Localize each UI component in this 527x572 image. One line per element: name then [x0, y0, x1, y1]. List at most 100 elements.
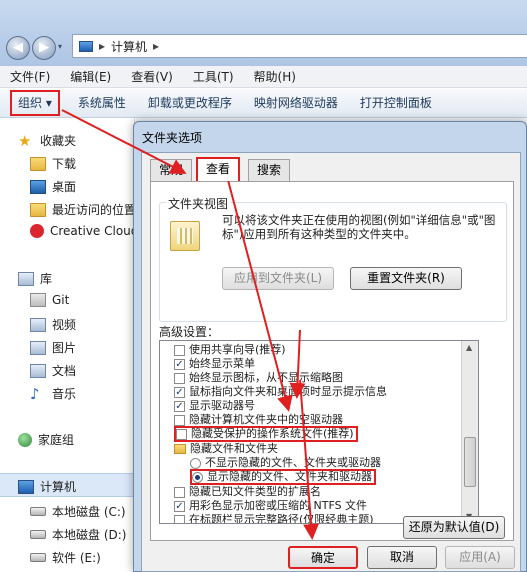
setting-hide-extensions[interactable]: 隐藏已知文件类型的扩展名 [174, 485, 321, 499]
tab-general[interactable]: 常规 [150, 159, 193, 181]
system-properties-button[interactable]: 系统属性 [70, 92, 134, 114]
checkbox[interactable] [174, 414, 185, 426]
address-text[interactable]: 计算机 [111, 38, 147, 55]
video-library-icon [30, 317, 46, 332]
sidebar-item-music[interactable]: ♪ 音乐 [30, 385, 76, 402]
tab-search[interactable]: 搜索 [248, 159, 291, 181]
sidebar-item-drive-d[interactable]: 本地磁盘 (D:) [30, 526, 126, 543]
settings-scrollbar[interactable]: ▲ ▼ [461, 341, 478, 523]
reset-folders-button[interactable]: 重置文件夹(R) [350, 267, 462, 290]
sidebar-item-label: 音乐 [52, 387, 77, 401]
setting-dont-show-hidden[interactable]: 不显示隐藏的文件、文件夹或驱动器 [190, 456, 381, 470]
address-bar[interactable]: ▸ 计算机 ▸ [72, 34, 527, 58]
view-tab-panel: 文件夹视图 可以将该文件夹正在使用的视图(例如"详细信息"或"图标")应用到所有… [150, 181, 514, 541]
sidebar-item-creative-cloud[interactable]: Creative Cloud [30, 224, 138, 238]
menu-edit[interactable]: 编辑(E) [70, 68, 111, 85]
cancel-button[interactable]: 取消 [367, 546, 437, 569]
forward-button[interactable]: ▶ [32, 36, 56, 60]
sidebar-item-label: 本地磁盘 (D:) [52, 528, 127, 542]
tab-view[interactable]: 查看 [196, 157, 241, 181]
sidebar-item-desktop[interactable]: 桌面 [30, 178, 76, 195]
apply-to-folders-button[interactable]: 应用到文件夹(L) [222, 267, 334, 290]
sidebar-item-git[interactable]: Git [30, 293, 69, 307]
folder-options-dialog: 文件夹选项 常规 查看 搜索 文件夹视图 可以将该文件夹正在使用的视图(例如"详… [133, 121, 527, 572]
creative-cloud-icon [30, 224, 44, 238]
setting-label: 始终显示图标，从不显示缩略图 [189, 371, 343, 384]
ok-button[interactable]: 确定 [288, 546, 358, 569]
sidebar-homegroup[interactable]: 家庭组 [18, 431, 74, 448]
setting-full-path-title[interactable]: 在标题栏显示完整路径(仅限经典主题) [174, 513, 374, 524]
setting-hidden-files-group: 隐藏文件和文件夹 [174, 442, 278, 456]
setting-show-drive-letters[interactable]: ✓ 显示驱动器号 [174, 399, 255, 413]
sidebar-item-recent-places[interactable]: 最近访问的位置 [30, 201, 136, 218]
map-network-drive-button[interactable]: 映射网络驱动器 [246, 92, 346, 114]
sidebar-item-downloads[interactable]: 下载 [30, 155, 76, 172]
hard-disk-icon [30, 530, 46, 539]
git-library-icon [30, 293, 46, 307]
setting-label: 用彩色显示加密或压缩的 NTFS 文件 [189, 499, 368, 512]
menu-tools[interactable]: 工具(T) [193, 68, 234, 85]
menu-view[interactable]: 查看(V) [131, 68, 173, 85]
scroll-up-icon[interactable]: ▲ [466, 343, 472, 352]
computer-icon [18, 479, 34, 494]
open-control-panel-button[interactable]: 打开控制面板 [352, 92, 440, 114]
sidebar-item-videos[interactable]: 视频 [30, 316, 76, 333]
checkbox[interactable] [174, 372, 185, 384]
sidebar-item-documents[interactable]: 文档 [30, 362, 76, 379]
setting-always-show-icons[interactable]: 始终显示图标，从不显示缩略图 [174, 371, 343, 385]
menu-file[interactable]: 文件(F) [10, 68, 50, 85]
sidebar-item-drive-e[interactable]: 软件 (E:) [30, 549, 101, 566]
sidebar-libraries[interactable]: 库 [18, 270, 52, 287]
setting-hide-empty-drives[interactable]: 隐藏计算机文件夹中的空驱动器 [174, 413, 343, 427]
setting-label: 在标题栏显示完整路径(仅限经典主题) [189, 513, 374, 524]
checkbox[interactable]: ✓ [174, 386, 185, 398]
checkbox[interactable] [176, 428, 187, 440]
sidebar-item-label: 本地磁盘 (C:) [52, 505, 126, 519]
setting-show-hidden[interactable]: 显示隐藏的文件、文件夹和驱动器 [190, 469, 376, 485]
checkbox[interactable] [174, 344, 185, 356]
back-button[interactable]: ◀ [6, 36, 30, 60]
radio-button[interactable] [190, 457, 201, 469]
organize-button[interactable]: 组织 ▾ [10, 90, 60, 116]
uninstall-program-button[interactable]: 卸载或更改程序 [140, 92, 240, 114]
sidebar-item-pictures[interactable]: 图片 [30, 339, 76, 356]
checkbox[interactable] [174, 486, 185, 498]
menu-bar: 文件(F) 编辑(E) 查看(V) 工具(T) 帮助(H) [0, 66, 527, 88]
folder-views-group: 文件夹视图 可以将该文件夹正在使用的视图(例如"详细信息"或"图标")应用到所有… [159, 195, 507, 322]
sidebar-item-drive-c[interactable]: 本地磁盘 (C:) [30, 503, 126, 520]
recent-places-icon [30, 202, 46, 217]
setting-show-pop-up-descriptions[interactable]: ✓ 鼠标指向文件夹和桌面项时显示提示信息 [174, 385, 387, 399]
menu-help[interactable]: 帮助(H) [254, 68, 296, 85]
setting-hide-protected-os-files[interactable]: 隐藏受保护的操作系统文件(推荐) [174, 426, 358, 442]
command-toolbar: 组织 ▾ 系统属性 卸载或更改程序 映射网络驱动器 打开控制面板 [0, 89, 527, 118]
sidebar-computer[interactable]: 计算机 [18, 478, 76, 495]
folder-view-icon [170, 221, 200, 251]
setting-always-show-menus[interactable]: ✓ 始终显示菜单 [174, 357, 255, 371]
scrollbar-thumb[interactable] [464, 437, 476, 487]
advanced-settings-list: 使用共享向导(推荐) ✓ 始终显示菜单 始终显示图标，从不显示缩略图 ✓ 鼠标指… [159, 340, 479, 524]
dialog-title: 文件夹选项 [142, 131, 203, 145]
checkbox[interactable]: ✓ [174, 500, 185, 512]
checkbox[interactable] [174, 514, 185, 523]
setting-sharing-wizard[interactable]: 使用共享向导(推荐) [174, 343, 286, 357]
sidebar-computer-label: 计算机 [40, 480, 77, 494]
setting-label: 隐藏文件和文件夹 [190, 442, 278, 455]
downloads-folder-icon [30, 156, 46, 171]
setting-label: 隐藏计算机文件夹中的空驱动器 [189, 413, 343, 426]
setting-color-ntfs[interactable]: ✓ 用彩色显示加密或压缩的 NTFS 文件 [174, 499, 367, 513]
checkbox[interactable]: ✓ [174, 358, 185, 370]
radio-button-selected[interactable] [192, 471, 203, 483]
navigation-pane: ★ 收藏夹 下载 桌面 最近访问的位置 Creative Cloud 库 Git… [0, 118, 138, 572]
sidebar-libraries-label: 库 [40, 272, 53, 286]
checkbox[interactable]: ✓ [174, 400, 185, 412]
setting-label: 隐藏已知文件类型的扩展名 [189, 485, 321, 498]
desktop-icon [30, 179, 46, 194]
apply-button[interactable]: 应用(A) [445, 546, 515, 569]
recent-pages-icon[interactable]: ▾ [58, 42, 62, 51]
setting-label: 隐藏受保护的操作系统文件(推荐) [191, 427, 354, 440]
folder-icon [174, 444, 186, 454]
restore-defaults-button[interactable]: 还原为默认值(D) [403, 516, 505, 539]
homegroup-icon [18, 432, 32, 447]
sidebar-favorites[interactable]: ★ 收藏夹 [18, 132, 76, 149]
setting-label: 使用共享向导(推荐) [189, 343, 286, 356]
